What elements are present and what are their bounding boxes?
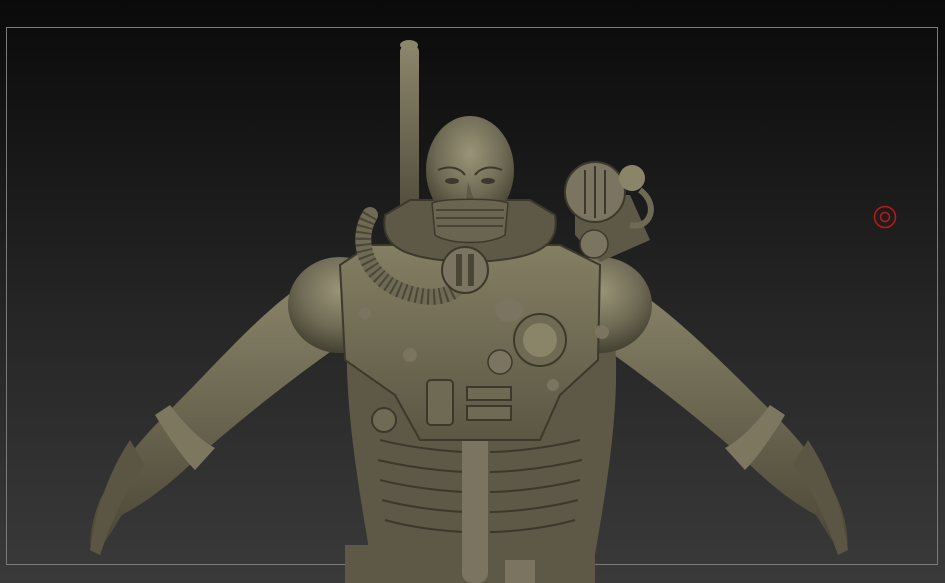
sculpted-model[interactable]: [0, 0, 945, 583]
shoulder-canister: [564, 161, 654, 262]
brush-cursor-icon[interactable]: [873, 205, 897, 229]
respirator-mask: [431, 198, 509, 244]
sculpt-viewport[interactable]: [0, 0, 945, 583]
